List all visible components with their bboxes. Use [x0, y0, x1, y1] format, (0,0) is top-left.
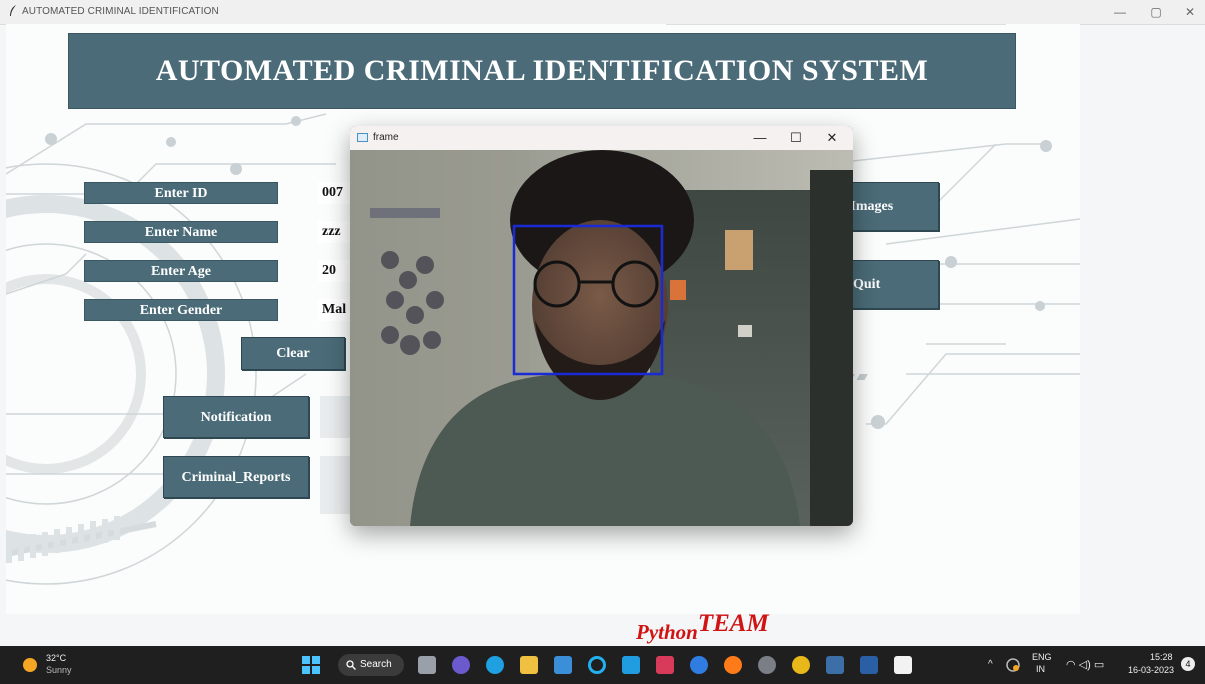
- python-team-watermark: PythonTEAM: [636, 610, 769, 646]
- gender-field[interactable]: Mal: [318, 299, 354, 321]
- wifi-sound-battery-icon[interactable]: ◠ ◁) ▭: [1066, 658, 1104, 671]
- minimize-button[interactable]: —: [1110, 4, 1130, 20]
- search-label: Search: [360, 659, 392, 670]
- edge-icon[interactable]: [486, 656, 504, 674]
- teams-icon[interactable]: [452, 656, 470, 674]
- banner-title: AUTOMATED CRIMINAL IDENTIFICATION SYSTEM: [155, 54, 929, 87]
- file-explorer-icon[interactable]: [520, 656, 538, 674]
- task-view-icon[interactable]: [418, 656, 436, 674]
- camera-feed: [350, 150, 853, 526]
- launcher-icon[interactable]: [622, 656, 640, 674]
- window-titlebar: AUTOMATED CRIMINAL IDENTIFICATION — ▢ ✕: [0, 0, 1205, 25]
- criminal-reports-button[interactable]: Criminal_Reports: [163, 456, 309, 498]
- id-field[interactable]: 007: [318, 182, 354, 204]
- weather-temp[interactable]: 32°C: [46, 653, 66, 663]
- sun-icon: [23, 658, 37, 672]
- terminal-icon[interactable]: [826, 656, 844, 674]
- taskbar-search-button[interactable]: Search: [338, 654, 404, 676]
- gender-label: Enter Gender: [84, 299, 278, 321]
- frame-title: frame: [373, 132, 399, 143]
- name-field[interactable]: zzz: [318, 221, 354, 243]
- close-button[interactable]: ✕: [1180, 4, 1200, 20]
- name-label: Enter Name: [84, 221, 278, 243]
- title-banner: AUTOMATED CRIMINAL IDENTIFICATION SYSTEM: [68, 33, 1016, 109]
- cortana-icon[interactable]: [588, 656, 606, 674]
- age-label: Enter Age: [84, 260, 278, 282]
- clock-date: 16-03-2023: [1128, 665, 1175, 675]
- settings-icon[interactable]: [758, 656, 776, 674]
- id-label: Enter ID: [84, 182, 278, 204]
- notification-badge[interactable]: 4: [1181, 657, 1195, 671]
- frame-close-button[interactable]: ✕: [818, 129, 846, 147]
- feather-icon: [10, 5, 16, 16]
- onedrive-icon[interactable]: [1006, 658, 1020, 672]
- watermark-python: Python: [636, 620, 698, 644]
- frame-maximize-button[interactable]: ☐: [782, 129, 810, 147]
- tray-chevron-icon[interactable]: ^: [988, 659, 993, 670]
- clear-button[interactable]: Clear: [241, 337, 345, 370]
- notification-button[interactable]: Notification: [163, 396, 309, 438]
- windows-start-icon[interactable]: [302, 656, 320, 674]
- language-top[interactable]: ENG: [1032, 652, 1052, 662]
- frame-titlebar: frame — ☐ ✕: [350, 126, 853, 150]
- age-field[interactable]: 20: [318, 260, 354, 282]
- search-icon: [346, 660, 356, 670]
- mail-icon[interactable]: [554, 656, 572, 674]
- maximize-button[interactable]: ▢: [1146, 4, 1166, 20]
- weather-text: Sunny: [46, 665, 72, 675]
- frame-app-icon: [357, 133, 368, 142]
- window-title: AUTOMATED CRIMINAL IDENTIFICATION: [22, 6, 219, 17]
- word-icon[interactable]: [860, 656, 878, 674]
- watermark-team: TEAM: [697, 610, 769, 637]
- chrome-icon[interactable]: [792, 656, 810, 674]
- frame-minimize-button[interactable]: —: [746, 129, 774, 147]
- firefox-icon[interactable]: [724, 656, 742, 674]
- notepad-icon[interactable]: [894, 656, 912, 674]
- train-images-button[interactable]: ı Images: [838, 182, 939, 231]
- mcafee-icon[interactable]: [656, 656, 674, 674]
- clock-time[interactable]: 15:28: [1150, 652, 1173, 662]
- camera-frame-window[interactable]: frame — ☐ ✕: [350, 126, 853, 526]
- media-icon[interactable]: [690, 656, 708, 674]
- quit-button[interactable]: Quit: [838, 260, 939, 309]
- windows-taskbar: 32°C Sunny Search ^ ENG IN ◠ ◁) ▭ 15:28 …: [0, 646, 1205, 684]
- language-bottom: IN: [1036, 664, 1045, 674]
